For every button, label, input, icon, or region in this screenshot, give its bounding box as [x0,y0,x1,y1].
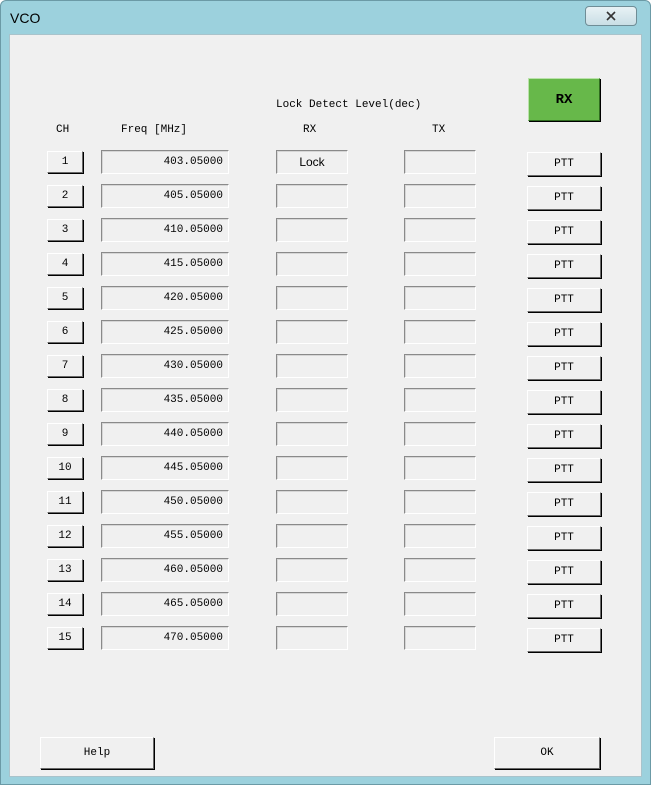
rx-button[interactable]: RX [528,78,600,121]
rx-lock-field-14 [276,592,348,616]
tx-lock-field-1 [404,150,476,174]
freq-field-11[interactable]: 450.05000 [101,490,229,514]
ptt-button-13[interactable]: PTT [527,560,601,584]
rx-lock-field-8 [276,388,348,412]
freq-field-12[interactable]: 455.05000 [101,524,229,548]
freq-header: Freq [MHz] [121,124,188,136]
ptt-button-12[interactable]: PTT [527,526,601,550]
ch-button-14[interactable]: 14 [47,593,83,615]
rx-lock-field-13 [276,558,348,582]
ch-button-6[interactable]: 6 [47,321,83,343]
tx-lock-field-8 [404,388,476,412]
tx-lock-field-13 [404,558,476,582]
freq-field-6[interactable]: 425.05000 [101,320,229,344]
tx-lock-field-10 [404,456,476,480]
freq-field-9[interactable]: 440.05000 [101,422,229,446]
freq-field-7[interactable]: 430.05000 [101,354,229,378]
rx-lock-field-3 [276,218,348,242]
freq-field-1[interactable]: 403.05000 [101,150,229,174]
freq-field-13[interactable]: 460.05000 [101,558,229,582]
tx-lock-field-5 [404,286,476,310]
ptt-button-6[interactable]: PTT [527,322,601,346]
tx-lock-field-2 [404,184,476,208]
tx-header: TX [432,124,446,136]
ptt-button-4[interactable]: PTT [527,254,601,278]
ch-button-2[interactable]: 2 [47,185,83,207]
freq-field-4[interactable]: 415.05000 [101,252,229,276]
vco-window: VCO Lock Detect Level(dec) CH Freq [MHz]… [0,0,651,785]
ch-button-7[interactable]: 7 [47,355,83,377]
ptt-button-3[interactable]: PTT [527,220,601,244]
rx-lock-field-4 [276,252,348,276]
rx-lock-field-7 [276,354,348,378]
rx-lock-field-9 [276,422,348,446]
dialog-client-area: Lock Detect Level(dec) CH Freq [MHz] RX … [9,34,642,777]
window-title: VCO [10,10,41,26]
ch-button-5[interactable]: 5 [47,287,83,309]
ch-button-1[interactable]: 1 [47,151,83,173]
rx-lock-field-12 [276,524,348,548]
rx-lock-field-6 [276,320,348,344]
close-icon [606,11,616,21]
ptt-button-1[interactable]: PTT [527,152,601,176]
ch-button-12[interactable]: 12 [47,525,83,547]
ptt-button-11[interactable]: PTT [527,492,601,516]
ch-button-8[interactable]: 8 [47,389,83,411]
tx-lock-field-12 [404,524,476,548]
tx-lock-field-3 [404,218,476,242]
ch-button-4[interactable]: 4 [47,253,83,275]
tx-lock-field-15 [404,626,476,650]
tx-lock-field-9 [404,422,476,446]
tx-lock-field-6 [404,320,476,344]
freq-field-3[interactable]: 410.05000 [101,218,229,242]
rx-lock-field-5 [276,286,348,310]
tx-lock-field-7 [404,354,476,378]
ch-button-15[interactable]: 15 [47,627,83,649]
lock-detect-header: Lock Detect Level(dec) [276,99,422,111]
ptt-button-5[interactable]: PTT [527,288,601,312]
ch-button-10[interactable]: 10 [47,457,83,479]
freq-field-5[interactable]: 420.05000 [101,286,229,310]
rx-header: RX [303,124,317,136]
freq-field-14[interactable]: 465.05000 [101,592,229,616]
ptt-button-2[interactable]: PTT [527,186,601,210]
rx-lock-field-1: Lock [276,150,348,174]
ptt-button-7[interactable]: PTT [527,356,601,380]
ptt-button-10[interactable]: PTT [527,458,601,482]
ptt-button-9[interactable]: PTT [527,424,601,448]
rx-lock-field-11 [276,490,348,514]
ch-button-3[interactable]: 3 [47,219,83,241]
title-bar[interactable]: VCO [1,1,650,34]
ch-button-11[interactable]: 11 [47,491,83,513]
freq-field-15[interactable]: 470.05000 [101,626,229,650]
ptt-button-8[interactable]: PTT [527,390,601,414]
ptt-button-14[interactable]: PTT [527,594,601,618]
close-button[interactable] [585,6,637,26]
freq-field-10[interactable]: 445.05000 [101,456,229,480]
ptt-button-15[interactable]: PTT [527,628,601,652]
freq-field-2[interactable]: 405.05000 [101,184,229,208]
help-button[interactable]: Help [40,737,154,769]
tx-lock-field-4 [404,252,476,276]
rx-lock-field-15 [276,626,348,650]
ch-button-13[interactable]: 13 [47,559,83,581]
tx-lock-field-11 [404,490,476,514]
ok-button[interactable]: OK [494,737,600,769]
freq-field-8[interactable]: 435.05000 [101,388,229,412]
ch-header: CH [56,124,70,136]
ch-button-9[interactable]: 9 [47,423,83,445]
tx-lock-field-14 [404,592,476,616]
rx-lock-field-10 [276,456,348,480]
rx-lock-field-2 [276,184,348,208]
